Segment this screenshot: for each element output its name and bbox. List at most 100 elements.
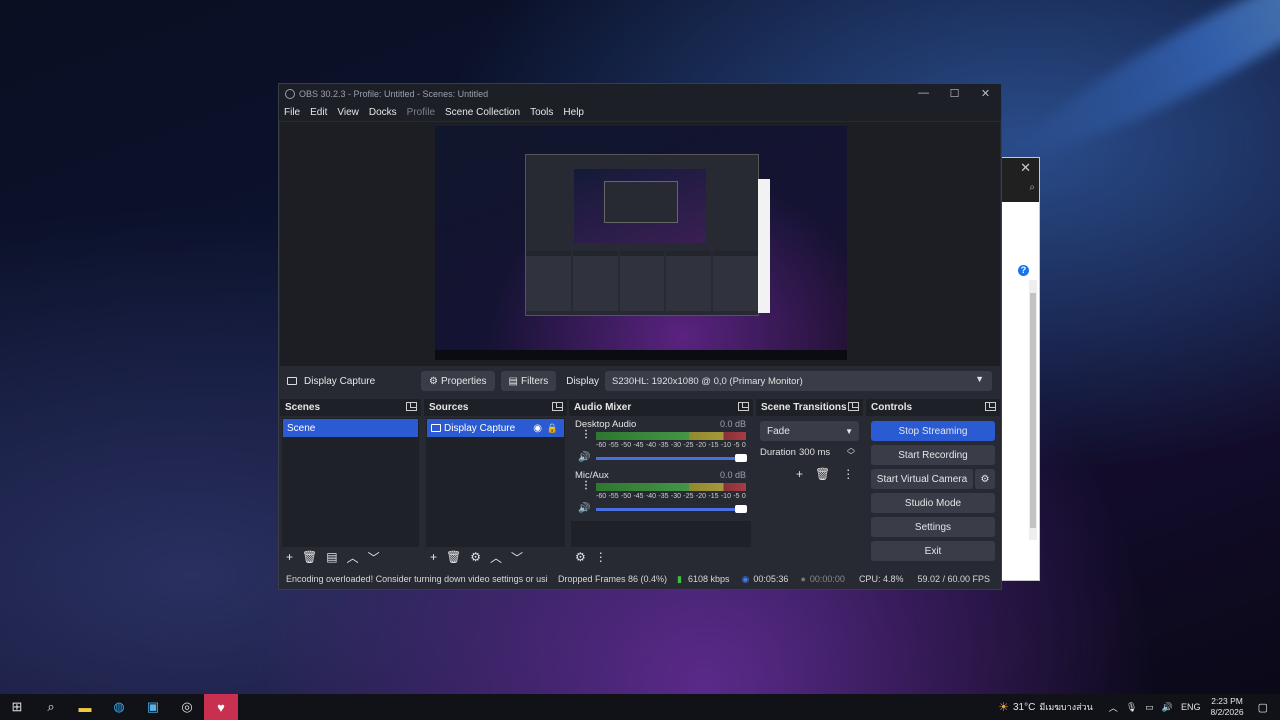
volume-handle[interactable] xyxy=(735,505,747,513)
add-icon[interactable]: + xyxy=(430,550,437,564)
record-time: 00:00:00 xyxy=(809,574,845,584)
scenes-list[interactable]: Scene xyxy=(282,418,419,547)
more-options-icon[interactable]: ⋮ xyxy=(842,467,854,481)
duration-label: Duration xyxy=(760,447,796,458)
edge-browser-icon[interactable]: ◍ xyxy=(102,694,136,720)
settings-label: Settings xyxy=(914,521,952,533)
close-icon[interactable]: ✕ xyxy=(1020,160,1031,176)
chevron-down-icon[interactable]: ﹀ xyxy=(368,549,380,566)
start-recording-button[interactable]: Start Recording xyxy=(871,445,995,465)
obs-logo-icon xyxy=(285,88,295,99)
menu-file[interactable]: File xyxy=(284,107,300,118)
network-icon[interactable]: ▭ xyxy=(1145,702,1154,713)
background-window[interactable]: ✕ ⌕ ? xyxy=(1000,157,1040,581)
volume-slider[interactable] xyxy=(596,454,747,462)
speaker-icon[interactable]: 🔊 xyxy=(578,452,590,463)
display-select[interactable]: S230HL: 1920x1080 @ 0,0 (Primary Monitor… xyxy=(605,371,992,391)
lock-icon[interactable]: 🔒 xyxy=(547,423,558,434)
list-item[interactable]: Scene xyxy=(283,419,418,437)
file-explorer-icon[interactable]: ▬ xyxy=(68,694,102,720)
filters-button[interactable]: ▤ Filters xyxy=(500,371,557,391)
volume-meter xyxy=(596,483,746,491)
minimize-icon[interactable]: — xyxy=(908,87,939,100)
maximize-icon[interactable]: ☐ xyxy=(939,87,970,100)
weather-desc[interactable]: มีเมฆบางส่วน xyxy=(1039,700,1092,714)
chevron-up-icon[interactable]: ︿ xyxy=(347,549,359,566)
obs-taskbar-icon[interactable]: ◎ xyxy=(170,694,204,720)
scene-transitions-dock: Scene Transitions Fade ▼ Duration 300 ms… xyxy=(756,399,863,567)
help-icon[interactable]: ? xyxy=(1018,265,1029,276)
sources-dock: Sources Display Capture ◉ 🔒 + 🗑 ⚙ ︿ ﹀ xyxy=(424,399,567,567)
filter-icon[interactable]: ▤ xyxy=(326,550,337,564)
scenes-dock: Scenes Scene + 🗑 ▤ ︿ ﹀ xyxy=(280,399,421,567)
trash-icon[interactable]: 🗑 xyxy=(815,467,830,481)
list-item[interactable]: Display Capture ◉ 🔒 xyxy=(427,419,564,437)
float-dock-icon[interactable] xyxy=(552,402,563,411)
studio-mode-button[interactable]: Studio Mode xyxy=(871,493,995,513)
window-title: OBS 30.2.3 - Profile: Untitled - Scenes:… xyxy=(299,88,489,99)
mixer-channel: Mic/Aux 0.0 dB ⋮ -60 -55 -50 -45 -40 -35 -30 -2… xyxy=(571,469,751,520)
close-icon[interactable]: ✕ xyxy=(970,87,1001,100)
controls-title: Controls xyxy=(871,402,913,413)
add-icon[interactable]: + xyxy=(796,467,803,481)
menu-view[interactable]: View xyxy=(337,107,359,118)
source-toolbar: Display Capture ⚙ Properties ▤ Filters Dis… xyxy=(280,369,1000,393)
spin-arrows-icon[interactable]: ︿ ﹀ xyxy=(847,444,855,460)
scene-name: Scene xyxy=(287,422,316,434)
menu-edit[interactable]: Edit xyxy=(310,107,327,118)
sources-list[interactable]: Display Capture ◉ 🔒 xyxy=(426,418,565,547)
menu-scene-collection[interactable]: Scene Collection xyxy=(445,107,520,118)
float-dock-icon[interactable] xyxy=(406,402,417,411)
microphone-icon[interactable]: 🎙 xyxy=(1126,702,1137,713)
volume-icon[interactable]: 🔊 xyxy=(1162,702,1173,713)
title-bar[interactable]: OBS 30.2.3 - Profile: Untitled - Scenes:… xyxy=(279,84,1001,103)
more-options-icon[interactable]: ⋮ xyxy=(581,481,591,491)
float-dock-icon[interactable] xyxy=(985,402,996,411)
chevron-up-icon[interactable]: ︿ xyxy=(490,549,502,566)
menu-help[interactable]: Help xyxy=(563,107,584,118)
menu-profile[interactable]: Profile xyxy=(407,107,435,118)
float-dock-icon[interactable] xyxy=(738,402,749,411)
volume-slider[interactable] xyxy=(596,505,747,513)
start-virtual-camera-button[interactable]: Start Virtual Camera xyxy=(871,469,973,489)
weather-temp[interactable]: 31°C xyxy=(1013,702,1035,713)
cpu-usage: CPU: 4.8% xyxy=(858,574,904,584)
speaker-icon[interactable]: 🔊 xyxy=(578,503,590,514)
add-icon[interactable]: + xyxy=(286,550,293,564)
app-icon[interactable]: ▣ xyxy=(136,694,170,720)
virtual-camera-gear-icon[interactable]: ⚙ xyxy=(975,469,995,489)
float-dock-icon[interactable] xyxy=(848,402,859,411)
search-icon[interactable]: ⌕ xyxy=(34,694,68,720)
exit-button[interactable]: Exit xyxy=(871,541,995,561)
app-active-icon[interactable]: ♥ xyxy=(204,694,238,720)
more-options-icon[interactable]: ⋮ xyxy=(595,550,607,564)
windows-start-icon[interactable]: ⊞ xyxy=(0,694,34,720)
trash-icon[interactable]: 🗑 xyxy=(446,550,461,564)
scrollbar-thumb[interactable] xyxy=(1030,293,1036,528)
clock[interactable]: 2:23 PM 8/2/2026 xyxy=(1211,696,1244,718)
display-label: Display xyxy=(566,375,600,387)
more-options-icon[interactable]: ⋮ xyxy=(581,430,591,440)
start-recording-label: Start Recording xyxy=(898,449,968,461)
chevron-up-icon[interactable]: ︿ xyxy=(1109,701,1118,714)
clock-date: 8/2/2026 xyxy=(1210,707,1244,717)
gear-icon: ⚙ xyxy=(429,375,438,387)
menu-docks[interactable]: Docks xyxy=(369,107,397,118)
preview-area[interactable] xyxy=(280,122,1000,366)
duration-spinbox[interactable]: 300 ms ︿ ﹀ xyxy=(799,443,859,461)
mixer-gear-icon[interactable]: ⚙ xyxy=(575,550,586,564)
stop-streaming-button[interactable]: Stop Streaming xyxy=(871,421,995,441)
chevron-down-icon[interactable]: ﹀ xyxy=(511,549,523,566)
eye-icon[interactable]: ◉ xyxy=(533,423,542,434)
volume-handle[interactable] xyxy=(735,454,747,462)
search-icon[interactable]: ⌕ xyxy=(1029,182,1035,193)
trash-icon[interactable]: 🗑 xyxy=(302,550,317,564)
notification-icon[interactable]: ▢ xyxy=(1258,701,1268,714)
settings-button[interactable]: Settings xyxy=(871,517,995,537)
mixer-channel: Desktop Audio 0.0 dB ⋮ -60 -55 -50 -45 -40 -3… xyxy=(571,418,751,469)
transition-select[interactable]: Fade ▼ xyxy=(760,421,859,441)
properties-button[interactable]: ⚙ Properties xyxy=(421,371,495,391)
gear-icon[interactable]: ⚙ xyxy=(470,550,481,564)
language-indicator[interactable]: ENG xyxy=(1181,702,1201,712)
menu-tools[interactable]: Tools xyxy=(530,107,553,118)
